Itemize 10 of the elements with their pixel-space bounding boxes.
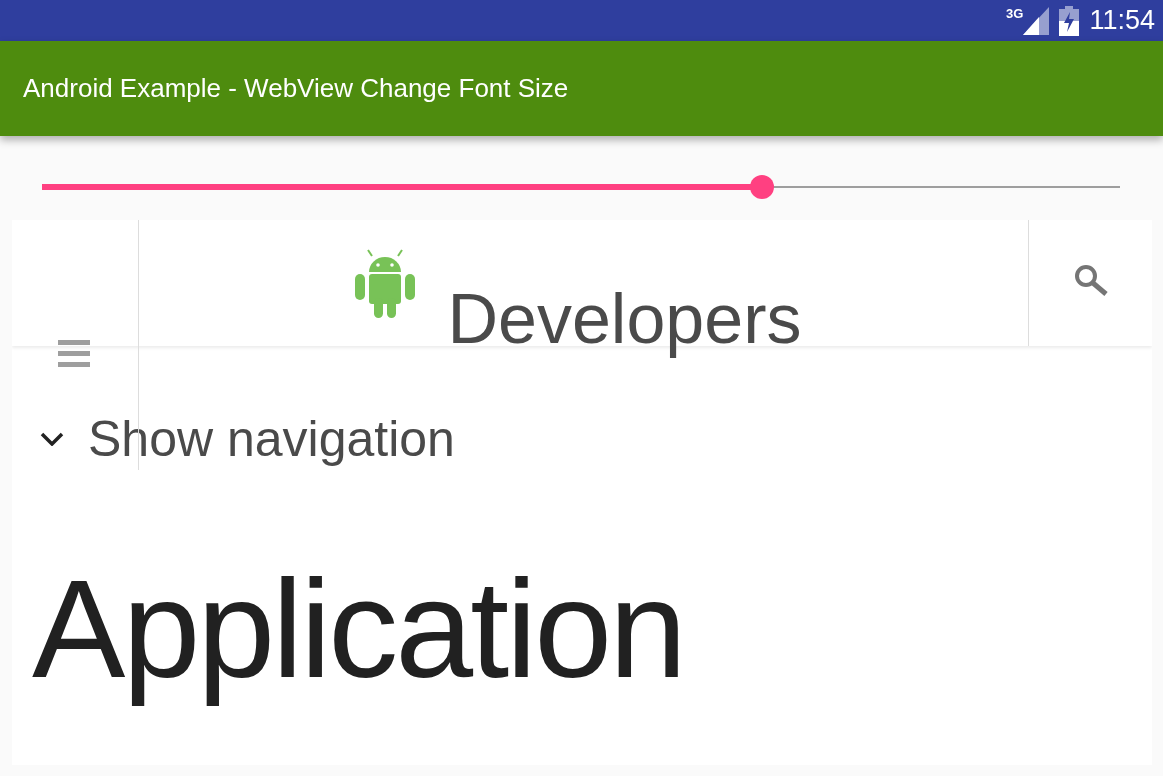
search-icon[interactable] xyxy=(1073,264,1108,296)
page-heading: Application xyxy=(32,549,685,709)
network-type: 3G xyxy=(1006,6,1024,20)
signal-icon xyxy=(1023,6,1050,35)
slider-thumb[interactable] xyxy=(750,175,775,199)
menu-icon[interactable] xyxy=(58,340,90,368)
battery-icon xyxy=(1059,5,1080,36)
clock-time: 11:54 xyxy=(1089,5,1155,36)
show-navigation-toggle[interactable]: Show navigation xyxy=(40,410,455,468)
app-title: Android Example - WebView Change Font Size xyxy=(23,73,569,104)
